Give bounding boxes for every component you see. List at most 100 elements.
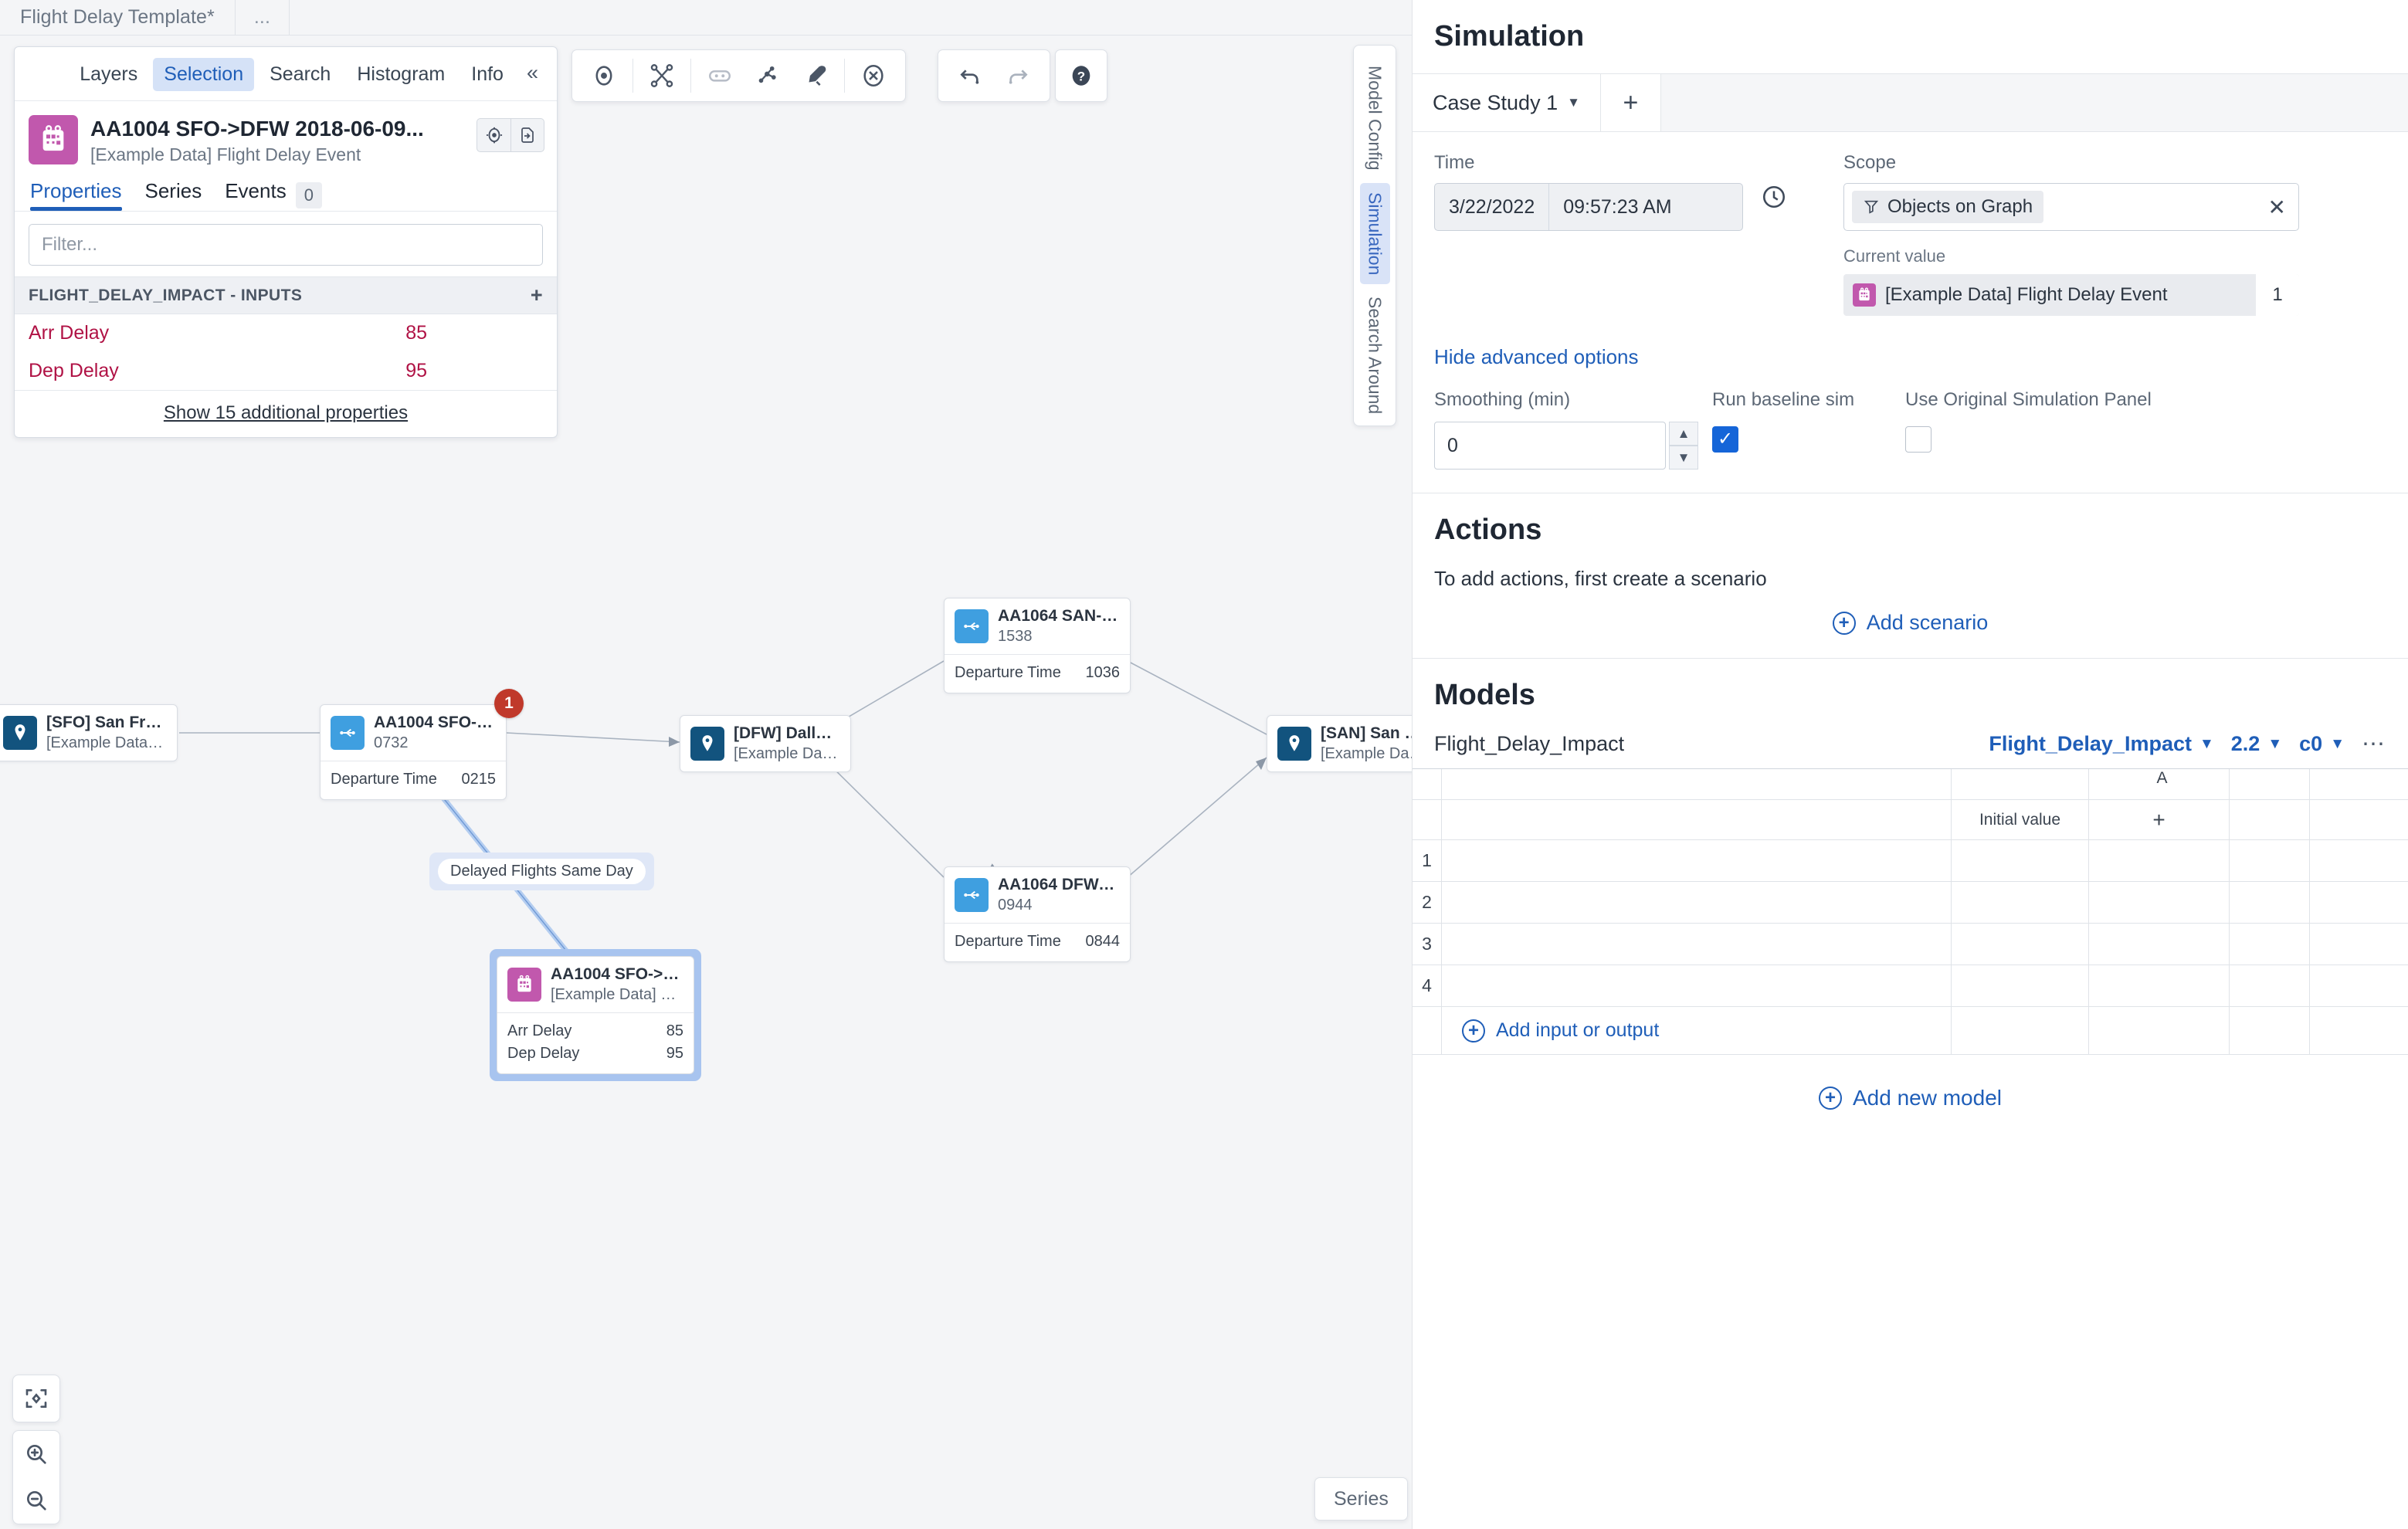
- graph-node-title: AA1064 SAN->DFW 2018...: [998, 607, 1120, 625]
- add-new-model-button[interactable]: + Add new model: [1434, 1086, 2386, 1110]
- table-cell[interactable]: [1442, 840, 1952, 881]
- property-row-arr-delay[interactable]: Arr Delay 85: [15, 314, 557, 352]
- graph-node-header: AA1004 SFO->DFW 2018... [Example Data] F…: [497, 957, 694, 1012]
- case-study-tab[interactable]: Case Study 1 ▼: [1413, 74, 1601, 131]
- close-x-icon[interactable]: ✕: [2268, 195, 2291, 220]
- table-row[interactable]: 1: [1413, 840, 2408, 882]
- table-cell[interactable]: [1952, 840, 2089, 881]
- pen-nib-button[interactable]: [792, 53, 839, 99]
- table-cell[interactable]: [2089, 965, 2230, 1006]
- add-case-study-button[interactable]: +: [1600, 74, 1661, 131]
- time-input[interactable]: 3/22/2022 09:57:23 AM: [1434, 183, 1743, 231]
- property-row-dep-delay[interactable]: Dep Delay 95: [15, 352, 557, 390]
- zoom-out-button[interactable]: [12, 1477, 60, 1524]
- series-toggle-button[interactable]: Series: [1314, 1477, 1408, 1521]
- show-additional-properties-link[interactable]: Show 15 additional properties: [15, 390, 557, 437]
- table-cell[interactable]: [2230, 924, 2310, 965]
- vtab-simulation[interactable]: Simulation: [1359, 182, 1390, 284]
- undo-button[interactable]: [946, 53, 994, 99]
- table-cell[interactable]: [2310, 924, 2408, 965]
- graph-node-selected-flight-delay-event[interactable]: AA1004 SFO->DFW 2018... [Example Data] F…: [497, 956, 694, 1075]
- chevron-double-left-icon[interactable]: «: [519, 61, 544, 88]
- graph-node-header: [DFW] Dallas/Fort W... [Example Data] Ai…: [680, 716, 850, 771]
- model-version-select[interactable]: 2.2 ▼: [2231, 732, 2282, 756]
- scope-chip[interactable]: Objects on Graph: [1852, 191, 2044, 223]
- table-cell[interactable]: [1442, 965, 1952, 1006]
- graph-node-sfo-airport[interactable]: [SFO] San Francisco ... [Example Data] A…: [0, 704, 178, 762]
- panel-tab-info[interactable]: Info: [460, 58, 514, 91]
- fit-to-screen-button[interactable]: [12, 1375, 60, 1422]
- table-cell[interactable]: [2310, 882, 2408, 923]
- graph-node-badge-count[interactable]: 1: [494, 689, 524, 718]
- select-tool-button[interactable]: [580, 53, 628, 99]
- graph-node-header: AA1064 SAN->DFW 2018... 1538: [945, 598, 1130, 654]
- subtab-properties[interactable]: Properties: [30, 179, 122, 212]
- filter-input[interactable]: [29, 224, 543, 266]
- table-cell[interactable]: [2230, 882, 2310, 923]
- table-cell[interactable]: [2089, 840, 2230, 881]
- graph-node-san-airport[interactable]: [SAN] San Diego In [Example Data] Airpo: [1267, 715, 1412, 773]
- table-cell[interactable]: [2089, 882, 2230, 923]
- model-select[interactable]: Flight_Delay_Impact ▼: [1989, 732, 2213, 756]
- graph-nodes-button[interactable]: [744, 53, 792, 99]
- graph-node-aa1064-dfw-san[interactable]: AA1064 DFW->SAN 2018... 0944 Departure T…: [944, 866, 1131, 963]
- table-cell[interactable]: [2089, 924, 2230, 965]
- clear-graph-button[interactable]: [850, 53, 897, 99]
- subtab-series[interactable]: Series: [145, 179, 202, 211]
- table-cell[interactable]: [1442, 882, 1952, 923]
- model-config-select[interactable]: c0 ▼: [2299, 732, 2345, 756]
- table-cell[interactable]: [2230, 965, 2310, 1006]
- focus-on-graph-button[interactable]: [477, 118, 510, 152]
- models-title: Models: [1434, 679, 1535, 711]
- document-tab-overflow[interactable]: ...: [236, 0, 290, 35]
- link-pill-button[interactable]: [696, 53, 744, 99]
- panel-tab-selection[interactable]: Selection: [153, 58, 255, 91]
- help-button[interactable]: ?: [1057, 53, 1105, 99]
- table-cell[interactable]: [2310, 965, 2408, 1006]
- table-row[interactable]: 3: [1413, 924, 2408, 965]
- open-in-new-button[interactable]: [510, 118, 544, 152]
- add-scenario-button[interactable]: + Add scenario: [1434, 611, 2386, 635]
- expand-nodes-button[interactable]: [638, 53, 686, 99]
- plus-icon[interactable]: +: [531, 285, 543, 306]
- table-cell[interactable]: [2230, 840, 2310, 881]
- table-row[interactable]: 4: [1413, 965, 2408, 1007]
- simulation-header: Simulation: [1413, 0, 2408, 73]
- use-original-panel-checkbox[interactable]: [1905, 426, 1931, 453]
- vtab-model-config[interactable]: Model Config: [1360, 56, 1390, 180]
- scope-selector[interactable]: Objects on Graph ✕: [1843, 183, 2299, 231]
- current-value-row[interactable]: [Example Data] Flight Delay Event 1: [1843, 274, 2299, 316]
- clock-icon[interactable]: [1760, 183, 1788, 211]
- document-tab-flight-delay-template[interactable]: Flight Delay Template*: [0, 0, 236, 35]
- circle-plus-icon: +: [1462, 1019, 1485, 1042]
- vtab-search-around[interactable]: Search Around: [1360, 287, 1390, 423]
- add-column-button[interactable]: +: [2089, 800, 2230, 839]
- stepper-up-button[interactable]: ▲: [1669, 422, 1698, 446]
- ellipsis-icon[interactable]: ⋯: [2362, 733, 2386, 756]
- panel-tab-histogram[interactable]: Histogram: [346, 58, 456, 91]
- panel-tab-layers[interactable]: Layers: [69, 58, 148, 91]
- redo-button[interactable]: [994, 53, 1042, 99]
- table-cell[interactable]: [1952, 924, 2089, 965]
- graph-node-title: AA1004 SFO->DFW 2018...: [551, 965, 683, 983]
- subtab-events[interactable]: Events: [225, 179, 287, 211]
- use-original-panel-column: Use Original Simulation Panel: [1905, 389, 2152, 470]
- graph-node-subtitle: 0732: [374, 734, 409, 752]
- graph-node-dfw-airport[interactable]: [DFW] Dallas/Fort W... [Example Data] Ai…: [680, 715, 851, 773]
- graph-node-prop-name: Dep Delay: [507, 1045, 580, 1063]
- svg-text:?: ?: [1077, 70, 1085, 84]
- graph-node-aa1064-san-dfw[interactable]: AA1064 SAN->DFW 2018... 1538 Departure T…: [944, 598, 1131, 694]
- table-row[interactable]: 2: [1413, 882, 2408, 924]
- table-cell[interactable]: [1952, 882, 2089, 923]
- panel-tab-search[interactable]: Search: [259, 58, 341, 91]
- table-cell[interactable]: [1952, 965, 2089, 1006]
- run-baseline-checkbox[interactable]: ✓: [1712, 426, 1738, 453]
- smoothing-input[interactable]: [1434, 422, 1666, 470]
- zoom-in-button[interactable]: [12, 1431, 60, 1477]
- add-input-or-output-button[interactable]: + Add input or output: [1442, 1007, 1952, 1054]
- table-cell[interactable]: [2310, 840, 2408, 881]
- table-cell[interactable]: [1442, 924, 1952, 965]
- stepper-down-button[interactable]: ▼: [1669, 446, 1698, 470]
- graph-node-aa1004-flight[interactable]: AA1004 SFO->DFW 2018... 0732 Departure T…: [320, 704, 507, 801]
- toggle-advanced-options-link[interactable]: Hide advanced options: [1434, 345, 2386, 369]
